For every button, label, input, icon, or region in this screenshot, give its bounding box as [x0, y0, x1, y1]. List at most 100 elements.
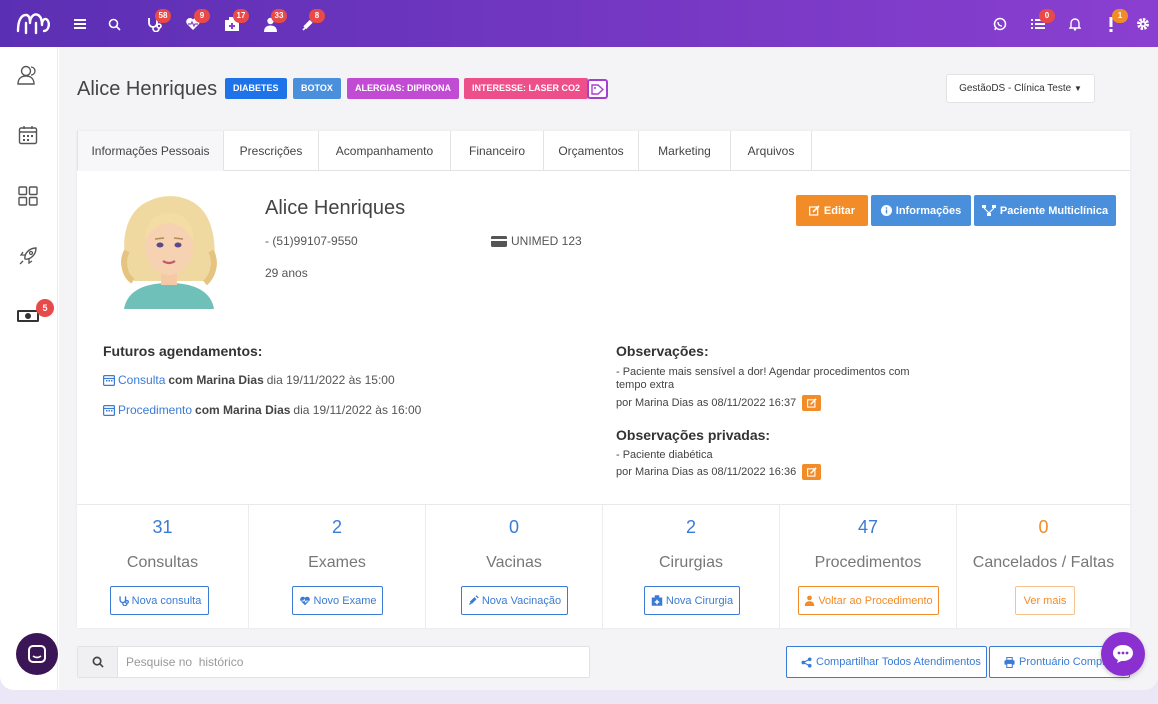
appointment-type-link[interactable]: Procedimento — [118, 403, 192, 417]
add-tag-button[interactable] — [587, 79, 608, 99]
calendar-icon — [103, 405, 115, 416]
tab-files[interactable]: Arquivos — [731, 131, 812, 171]
stat-label: Vacinas — [486, 554, 542, 571]
stat-value: 0 — [1038, 517, 1049, 537]
rocket-icon[interactable] — [16, 244, 40, 268]
new-exam-button[interactable]: Novo Exame — [292, 586, 383, 615]
multiclinic-label: Paciente Multiclínica — [999, 204, 1109, 217]
private-observations-text: - Paciente diabética — [616, 449, 713, 461]
back-to-procedure-label: Voltar ao Procedimento — [818, 594, 933, 607]
stat-exams: 2 Exames Novo Exame — [249, 505, 426, 629]
app-logo[interactable] — [14, 9, 52, 37]
private-observations-author: por Marina Dias as 08/11/2022 16:36 — [616, 466, 797, 478]
observations-title: Observações: — [616, 343, 709, 359]
info-icon — [880, 205, 892, 216]
tab-prescriptions[interactable]: Prescrições — [224, 131, 319, 171]
info-button[interactable]: Informações — [871, 195, 971, 226]
stat-value: 0 — [508, 517, 519, 537]
clinic-icon[interactable]: 17 — [221, 9, 249, 35]
syringe-icon[interactable]: 8 — [297, 9, 325, 35]
new-surgery-label: Nova Cirurgia — [665, 594, 734, 607]
history-search-input[interactable] — [126, 647, 576, 677]
money-badge: 5 — [36, 299, 54, 317]
stat-label: Exames — [308, 554, 366, 571]
top-navbar: 58 9 17 33 8 0 1 — [0, 0, 1158, 47]
new-vaccination-button[interactable]: Nova Vacinação — [461, 586, 568, 615]
edit-button[interactable]: Editar — [796, 195, 868, 226]
stethoscope-icon — [119, 596, 129, 606]
history-search — [77, 646, 590, 678]
gear-icon[interactable] — [1132, 13, 1154, 35]
tag-interest[interactable]: INTERESSE: LASER CO2 — [464, 78, 589, 99]
printer-icon — [1004, 656, 1015, 668]
tab-budgets[interactable]: Orçamentos — [544, 131, 639, 171]
stat-label: Cirurgias — [658, 554, 723, 571]
patient-name: Alice Henriques — [265, 197, 406, 219]
new-exam-label: Novo Exame — [313, 594, 377, 607]
whatsapp-icon[interactable] — [989, 13, 1011, 35]
edit-label: Editar — [823, 204, 856, 217]
help-icon — [28, 645, 46, 663]
search-icon[interactable] — [103, 13, 125, 35]
chat-button[interactable] — [1101, 632, 1145, 676]
chat-icon — [1113, 645, 1133, 663]
tag-allergy[interactable]: ALERGIAS: DIPIRONA — [347, 78, 460, 99]
stat-label: Procedimentos — [814, 554, 922, 571]
doctor-icon[interactable]: 33 — [259, 9, 287, 35]
syringe-icon — [468, 595, 479, 606]
edit-private-observation-button[interactable] — [802, 464, 822, 480]
stats-row: 31 Consultas Nova consulta 2 Exames Novo… — [77, 504, 1130, 629]
tab-bar: Informações Pessoais Prescrições Acompan… — [77, 131, 1130, 171]
clinic-select[interactable]: GestãoDS - Clínica Teste ▼ — [946, 74, 1095, 103]
appointment-date: dia 19/11/2022 às 16:00 — [293, 403, 422, 417]
heart-pulse-icon[interactable]: 9 — [182, 9, 210, 35]
share-all-button[interactable]: Compartilhar Todos Atendimentos — [786, 646, 987, 678]
tab-financial[interactable]: Financeiro — [451, 131, 544, 171]
stat-consultations: 31 Consultas Nova consulta — [77, 505, 249, 629]
appointment-item[interactable]: Procedimento com Marina Dias dia 19/11/2… — [103, 403, 421, 417]
alert-icon[interactable]: 1 — [1100, 9, 1128, 35]
heart-pulse-icon — [299, 596, 310, 605]
search-icon[interactable] — [78, 647, 118, 677]
task-list-icon[interactable]: 0 — [1027, 9, 1055, 35]
see-more-button[interactable]: Ver mais — [1015, 586, 1075, 615]
dashboard-grid-icon[interactable] — [16, 184, 40, 208]
observations-meta: por Marina Dias as 08/11/2022 16:37 — [616, 395, 822, 411]
help-chat-button[interactable] — [16, 633, 58, 675]
stat-label: Consultas — [126, 554, 199, 571]
share-all-label: Compartilhar Todos Atendimentos — [816, 656, 981, 668]
new-surgery-button[interactable]: Nova Cirurgia — [644, 586, 740, 615]
see-more-label: Ver mais — [1023, 594, 1067, 607]
calendar-icon[interactable] — [16, 123, 40, 147]
appointment-type-link[interactable]: Consulta — [118, 373, 165, 387]
patient-card: Informações Pessoais Prescrições Acompan… — [77, 131, 1130, 629]
tab-follow-up[interactable]: Acompanhamento — [319, 131, 451, 171]
patients-icon[interactable] — [16, 63, 40, 87]
bell-icon[interactable] — [1064, 13, 1086, 35]
network-icon — [981, 205, 996, 216]
appointment-item[interactable]: Consulta com Marina Dias dia 19/11/2022 … — [103, 373, 395, 387]
tab-personal-info[interactable]: Informações Pessoais — [77, 131, 224, 171]
edit-icon — [809, 205, 820, 216]
tag-icon — [591, 83, 604, 95]
edit-icon — [806, 398, 817, 408]
insurance-label: UNIMED 123 — [511, 234, 582, 248]
tag-botox[interactable]: BOTOX — [293, 78, 341, 99]
multiclinic-button[interactable]: Paciente Multiclínica — [974, 195, 1116, 226]
patient-age: 29 anos — [265, 266, 308, 280]
stat-vaccines: 0 Vacinas Nova Vacinação — [426, 505, 603, 629]
avatar[interactable] — [119, 191, 219, 309]
clinic-select-value: GestãoDS - Clínica Teste — [959, 83, 1072, 94]
edit-icon — [806, 467, 817, 477]
edit-observation-button[interactable] — [802, 395, 822, 411]
tag-diabetes[interactable]: DIABETES — [225, 78, 287, 99]
back-to-procedure-button[interactable]: Voltar ao Procedimento — [798, 586, 939, 615]
tab-marketing[interactable]: Marketing — [639, 131, 731, 171]
new-consultation-button[interactable]: Nova consulta — [110, 586, 209, 615]
patient-insurance: UNIMED 123 — [491, 234, 582, 248]
stat-value: 47 — [857, 517, 879, 537]
menu-icon[interactable] — [69, 13, 91, 35]
doctor-badge: 33 — [271, 9, 287, 23]
stethoscope-icon[interactable]: 58 — [143, 9, 171, 35]
stat-value: 2 — [685, 517, 696, 537]
